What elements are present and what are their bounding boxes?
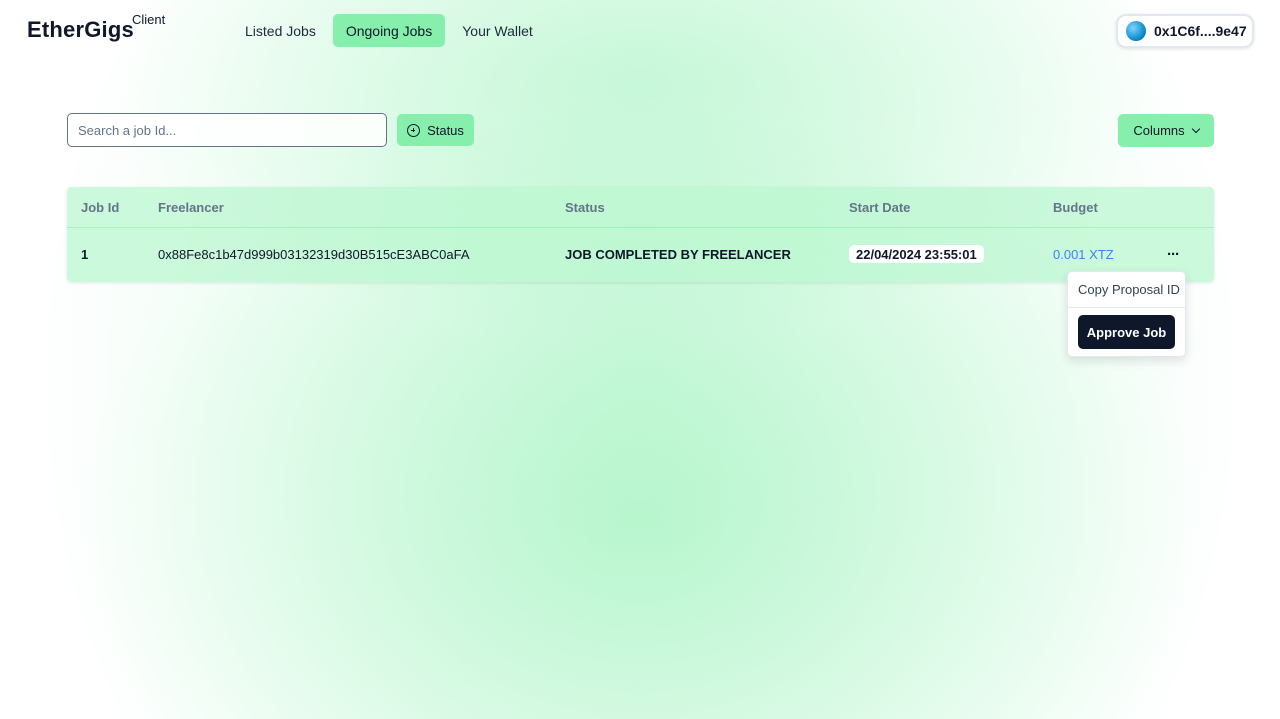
brand-logo-text: EtherGigs (27, 17, 134, 42)
columns-button[interactable]: Columns (1118, 114, 1214, 147)
nav-listed-jobs[interactable]: Listed Jobs (232, 14, 329, 47)
role-label: Client (132, 12, 166, 27)
nav-ongoing-jobs[interactable]: Ongoing Jobs (332, 14, 446, 47)
cell-job-id: 1 (81, 247, 89, 262)
column-header-job-id[interactable]: Job Id (81, 200, 119, 215)
cell-start-date: 22/04/2024 23:55:01 (849, 245, 984, 263)
column-header-status[interactable]: Status (565, 200, 605, 215)
wallet-button[interactable]: 0x1C6f....9e47 (1116, 14, 1254, 48)
copy-proposal-id-item[interactable]: Copy Proposal ID (1078, 282, 1180, 297)
row-actions-ellipsis-icon[interactable]: ··· (1161, 242, 1185, 266)
search-input[interactable] (67, 113, 387, 147)
jobs-table: Job Id Freelancer Status Start Date Budg… (67, 187, 1214, 282)
column-header-freelancer[interactable]: Freelancer (158, 200, 224, 215)
cell-budget[interactable]: 0.001 XTZ (1053, 247, 1114, 262)
columns-label: Columns (1133, 123, 1185, 138)
table-header: Job Id Freelancer Status Start Date Budg… (67, 187, 1214, 228)
status-filter-button[interactable]: Status (397, 114, 474, 146)
row-actions-menu: Copy Proposal ID Approve Job (1067, 271, 1186, 357)
menu-divider (1068, 307, 1185, 308)
cell-status: JOB COMPLETED BY FREELANCER (565, 247, 791, 262)
main-nav: Listed Jobs Ongoing Jobs Your Wallet (232, 14, 546, 47)
column-header-start-date[interactable]: Start Date (849, 200, 910, 215)
cell-freelancer: 0x88Fe8c1b47d999b03132319d30B515cE3ABC0a… (158, 247, 470, 262)
column-header-budget[interactable]: Budget (1053, 200, 1098, 215)
wallet-address: 0x1C6f....9e47 (1154, 23, 1247, 39)
globe-icon (1126, 21, 1146, 41)
plus-circle-icon (407, 123, 421, 137)
status-filter-label: Status (427, 122, 464, 138)
approve-job-button[interactable]: Approve Job (1078, 315, 1175, 349)
chevron-down-icon (1191, 124, 1200, 133)
nav-your-wallet[interactable]: Your Wallet (449, 14, 546, 47)
